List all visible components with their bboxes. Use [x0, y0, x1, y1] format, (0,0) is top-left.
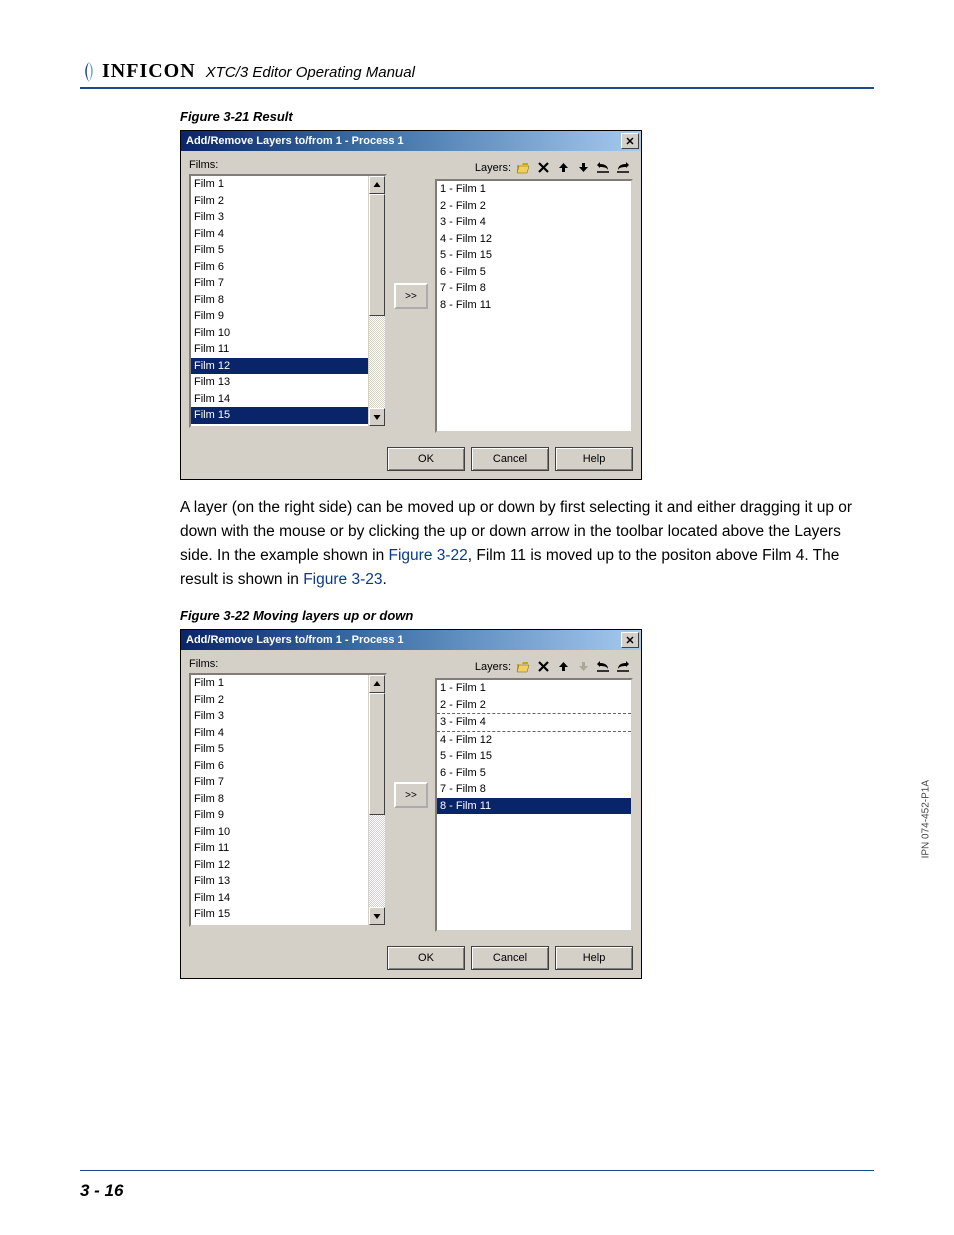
dialog-2: Add/Remove Layers to/from 1 - Process 1✕…	[180, 629, 642, 979]
layer-item[interactable]: 5 - Film 15	[437, 748, 631, 765]
films-listbox[interactable]: Film 1Film 2Film 3Film 4Film 5Film 6Film…	[189, 174, 387, 428]
film-item[interactable]: Film 3	[191, 708, 368, 725]
scrollbar[interactable]	[368, 176, 385, 426]
film-item[interactable]: Film 10	[191, 325, 368, 342]
titlebar: Add/Remove Layers to/from 1 - Process 1✕	[181, 630, 641, 650]
layer-item[interactable]: 2 - Film 2	[437, 697, 631, 714]
film-item[interactable]: Film 5	[191, 741, 368, 758]
layers-label: Layers:	[475, 661, 511, 673]
ok-button[interactable]: OK	[387, 946, 465, 970]
up-icon[interactable]	[554, 159, 573, 176]
layer-item[interactable]: 8 - Film 11	[437, 297, 631, 314]
brand-name: INFICON	[102, 60, 196, 83]
layer-item[interactable]: 1 - Film 1	[437, 680, 631, 697]
film-item[interactable]: Film 1	[191, 675, 368, 692]
xref-fig-3-23[interactable]: Figure 3-23	[303, 571, 382, 588]
dialog-title: Add/Remove Layers to/from 1 - Process 1	[183, 634, 621, 646]
scroll-down-icon[interactable]	[369, 408, 385, 426]
film-item[interactable]: Film 4	[191, 725, 368, 742]
film-item[interactable]: Film 4	[191, 226, 368, 243]
help-button[interactable]: Help	[555, 946, 633, 970]
film-item[interactable]: Film 14	[191, 890, 368, 907]
undo-icon[interactable]	[594, 658, 613, 675]
del-icon[interactable]	[534, 658, 553, 675]
body-paragraph: A layer (on the right side) can be moved…	[180, 496, 854, 592]
layer-item[interactable]: 6 - Film 5	[437, 264, 631, 281]
layer-item[interactable]: 3 - Film 4	[437, 713, 631, 732]
cancel-button[interactable]: Cancel	[471, 447, 549, 471]
move-right-button[interactable]: >>	[394, 782, 428, 808]
down-icon[interactable]	[574, 658, 593, 675]
doc-side-code: IPN 074-452-P1A	[920, 780, 931, 858]
undo-icon[interactable]	[594, 159, 613, 176]
footer-rule	[80, 1170, 874, 1171]
figure-caption-2: Figure 3-22 Moving layers up or down	[180, 608, 854, 623]
open-icon[interactable]	[514, 159, 533, 176]
dialog-title: Add/Remove Layers to/from 1 - Process 1	[183, 135, 621, 147]
film-item[interactable]: Film 10	[191, 824, 368, 841]
scroll-down-icon[interactable]	[369, 907, 385, 925]
layers-listbox[interactable]: 1 - Film 12 - Film 23 - Film 44 - Film 1…	[435, 179, 633, 433]
layer-item[interactable]: 4 - Film 12	[437, 231, 631, 248]
layer-item[interactable]: 3 - Film 4	[437, 214, 631, 231]
layer-item[interactable]: 7 - Film 8	[437, 781, 631, 798]
layer-item[interactable]: 7 - Film 8	[437, 280, 631, 297]
scroll-up-icon[interactable]	[369, 176, 385, 194]
layer-item[interactable]: 6 - Film 5	[437, 765, 631, 782]
film-item[interactable]: Film 2	[191, 193, 368, 210]
film-item[interactable]: Film 7	[191, 275, 368, 292]
layers-listbox[interactable]: 1 - Film 12 - Film 23 - Film 44 - Film 1…	[435, 678, 633, 932]
redo-icon[interactable]	[614, 658, 633, 675]
film-item[interactable]: Film 2	[191, 692, 368, 709]
layer-item[interactable]: 1 - Film 1	[437, 181, 631, 198]
film-item[interactable]: Film 3	[191, 209, 368, 226]
page-number: 3 - 16	[80, 1181, 123, 1201]
film-item[interactable]: Film 12	[191, 857, 368, 874]
titlebar: Add/Remove Layers to/from 1 - Process 1✕	[181, 131, 641, 151]
film-item[interactable]: Film 15	[191, 407, 368, 424]
dialog-1: Add/Remove Layers to/from 1 - Process 1✕…	[180, 130, 642, 480]
open-icon[interactable]	[514, 658, 533, 675]
close-icon[interactable]: ✕	[621, 632, 639, 648]
film-item[interactable]: Film 9	[191, 807, 368, 824]
film-item[interactable]: Film 13	[191, 374, 368, 391]
down-icon[interactable]	[574, 159, 593, 176]
move-right-button[interactable]: >>	[394, 283, 428, 309]
layer-item[interactable]: 4 - Film 12	[437, 732, 631, 749]
layers-label: Layers:	[475, 162, 511, 174]
cancel-button[interactable]: Cancel	[471, 946, 549, 970]
film-item[interactable]: Film 9	[191, 308, 368, 325]
films-label: Films:	[189, 658, 387, 670]
figure-caption-1: Figure 3-21 Result	[180, 109, 854, 124]
layer-item[interactable]: 5 - Film 15	[437, 247, 631, 264]
films-listbox[interactable]: Film 1Film 2Film 3Film 4Film 5Film 6Film…	[189, 673, 387, 927]
film-item[interactable]: Film 5	[191, 242, 368, 259]
xref-fig-3-22[interactable]: Figure 3-22	[389, 547, 468, 564]
film-item[interactable]: Film 8	[191, 292, 368, 309]
help-button[interactable]: Help	[555, 447, 633, 471]
film-item[interactable]: Film 13	[191, 873, 368, 890]
scroll-up-icon[interactable]	[369, 675, 385, 693]
close-icon[interactable]: ✕	[621, 133, 639, 149]
films-label: Films:	[189, 159, 387, 171]
film-item[interactable]: Film 12	[191, 358, 368, 375]
brand-logo: INFICON	[80, 60, 196, 83]
del-icon[interactable]	[534, 159, 553, 176]
film-item[interactable]: Film 11	[191, 840, 368, 857]
film-item[interactable]: Film 14	[191, 391, 368, 408]
scrollbar[interactable]	[368, 675, 385, 925]
manual-title: XTC/3 Editor Operating Manual	[206, 64, 415, 83]
film-item[interactable]: Film 7	[191, 774, 368, 791]
film-item[interactable]: Film 6	[191, 259, 368, 276]
film-item[interactable]: Film 6	[191, 758, 368, 775]
ok-button[interactable]: OK	[387, 447, 465, 471]
film-item[interactable]: Film 15	[191, 906, 368, 923]
film-item[interactable]: Film 11	[191, 341, 368, 358]
redo-icon[interactable]	[614, 159, 633, 176]
film-item[interactable]: Film 1	[191, 176, 368, 193]
film-item[interactable]: Film 8	[191, 791, 368, 808]
layer-item[interactable]: 2 - Film 2	[437, 198, 631, 215]
up-icon[interactable]	[554, 658, 573, 675]
layer-item[interactable]: 8 - Film 11	[437, 798, 631, 815]
